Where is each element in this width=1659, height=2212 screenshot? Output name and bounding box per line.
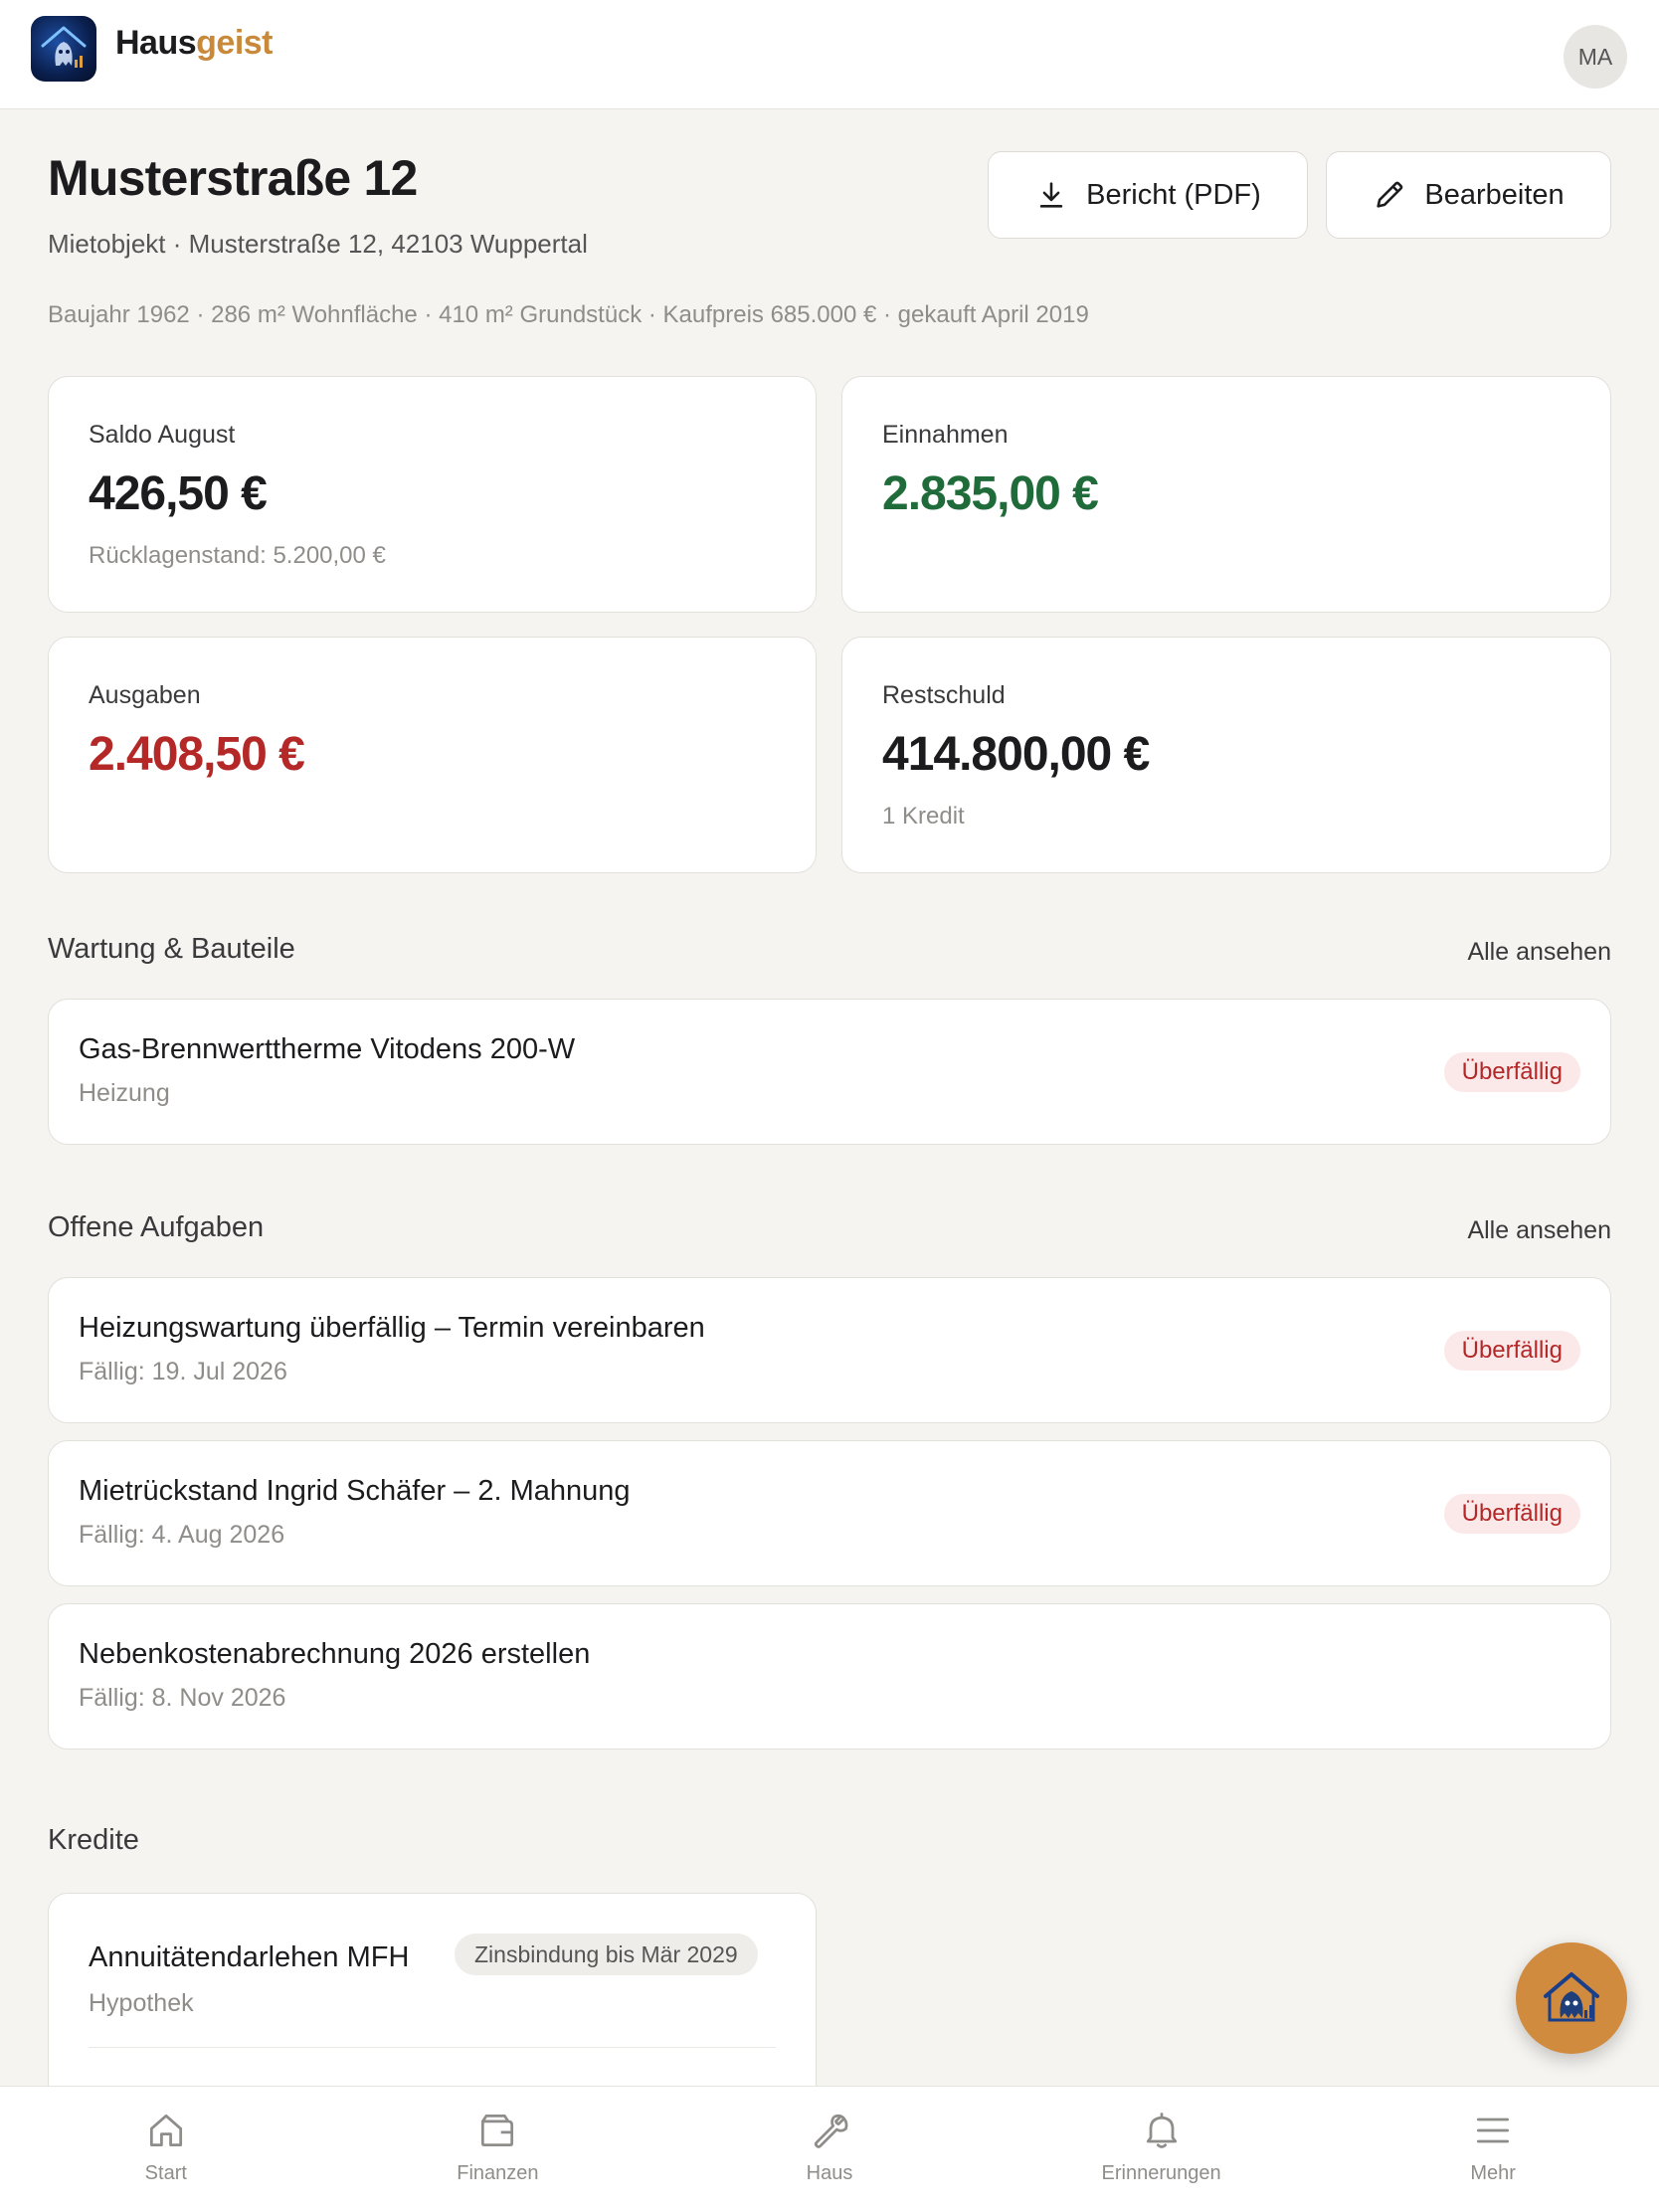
task-item[interactable]: Mietrückstand Ingrid Schäfer – 2. Mahnun… [48,1440,1611,1586]
maintenance-section-title: Wartung & Bauteile [48,933,295,965]
tab-label: Start [144,2162,187,2184]
top-bar: Hausgeist MA [0,0,1659,109]
stat-card-income: Einnahmen 2.835,00 € [841,376,1611,613]
tab-more[interactable]: Mehr [1327,2087,1659,2212]
brand-part-1: Haus [115,24,197,62]
task-item[interactable]: Nebenkostenabrechnung 2026 erstellen Fäl… [48,1603,1611,1750]
task-due-date: Fällig: 8. Nov 2026 [79,1684,286,1712]
property-meta: Baujahr 1962 · 286 m² Wohnfläche · 410 m… [48,301,1089,328]
tasks-see-all-link[interactable]: Alle ansehen [1467,1216,1611,1245]
stat-value: 414.800,00 € [882,728,1150,781]
tab-reminders[interactable]: Erinnerungen [996,2087,1328,2212]
pencil-icon [1377,181,1403,208]
interest-binding-badge: Zinsbindung bis Mär 2029 [455,1934,758,1975]
stat-note: Rücklagenstand: 5.200,00 € [89,542,386,569]
home-icon [149,2114,182,2147]
stat-card-balance: Saldo August 426,50 € Rücklagenstand: 5.… [48,376,817,613]
overdue-badge: Überfällig [1443,1331,1580,1371]
tab-label: Erinnerungen [1101,2162,1221,2184]
credits-section-title: Kredite [48,1824,139,1856]
task-due-date: Fällig: 4. Aug 2026 [79,1521,285,1549]
wallet-icon [481,2114,514,2147]
task-title: Mietrückstand Ingrid Schäfer – 2. Mahnun… [79,1475,631,1507]
tab-house[interactable]: Haus [663,2087,996,2212]
maintenance-item-title: Gas-Brennwerttherme Vitodens 200-W [79,1033,576,1065]
assistant-fab-button[interactable] [1516,1942,1627,2054]
download-icon [1039,182,1063,208]
edit-button[interactable]: Bearbeiten [1326,151,1611,239]
stat-value: 2.408,50 € [89,728,305,781]
stat-label: Saldo August [89,421,236,449]
stat-card-expenses: Ausgaben 2.408,50 € [48,637,817,873]
stat-label: Ausgaben [89,681,201,709]
stat-card-remaining-debt: Restschuld 414.800,00 € 1 Kredit [841,637,1611,873]
wrench-icon [814,2114,848,2148]
property-subtitle: Mietobjekt · Musterstraße 12, 42103 Wupp… [48,229,588,259]
task-item[interactable]: Heizungswartung überfällig – Termin vere… [48,1277,1611,1423]
bottom-tab-bar: Start Finanzen Haus Erinnerungen Mehr [0,2086,1659,2212]
stat-label: Restschuld [882,681,1006,709]
credit-type: Hypothek [89,1989,194,2017]
stat-value: 426,50 € [89,467,268,520]
tab-start[interactable]: Start [0,2087,332,2212]
tab-finances[interactable]: Finanzen [332,2087,664,2212]
stat-note: 1 Kredit [882,803,965,830]
edit-label: Bearbeiten [1424,178,1565,211]
app-brand: Hausgeist [115,24,273,63]
app-logo-icon[interactable] [31,16,96,82]
maintenance-item[interactable]: Gas-Brennwerttherme Vitodens 200-W Heizu… [48,999,1611,1145]
tasks-section-title: Offene Aufgaben [48,1211,265,1243]
menu-icon [1477,2118,1510,2143]
page-title: Musterstraße 12 [48,150,418,206]
overdue-badge: Überfällig [1443,1052,1580,1092]
task-due-date: Fällig: 19. Jul 2026 [79,1358,287,1385]
tab-label: Mehr [1470,2162,1516,2184]
credit-divider [89,2047,776,2048]
stat-label: Einnahmen [882,421,1009,449]
report-pdf-button[interactable]: Bericht (PDF) [988,151,1308,239]
ghost-house-icon [1544,1972,1599,2022]
credit-title: Annuitätendarlehen MFH [89,1941,410,1973]
stat-value: 2.835,00 € [882,467,1099,520]
task-title: Nebenkostenabrechnung 2026 erstellen [79,1638,591,1670]
task-title: Heizungswartung überfällig – Termin vere… [79,1312,705,1344]
brand-part-2: geist [196,24,273,62]
report-pdf-label: Bericht (PDF) [1086,178,1261,211]
tab-label: Finanzen [457,2162,539,2184]
avatar[interactable]: MA [1564,25,1627,89]
bell-icon [1146,2113,1177,2148]
maintenance-see-all-link[interactable]: Alle ansehen [1467,938,1611,967]
tab-label: Haus [806,2162,853,2184]
overdue-badge: Überfällig [1443,1494,1580,1534]
maintenance-item-category: Heizung [79,1079,170,1107]
